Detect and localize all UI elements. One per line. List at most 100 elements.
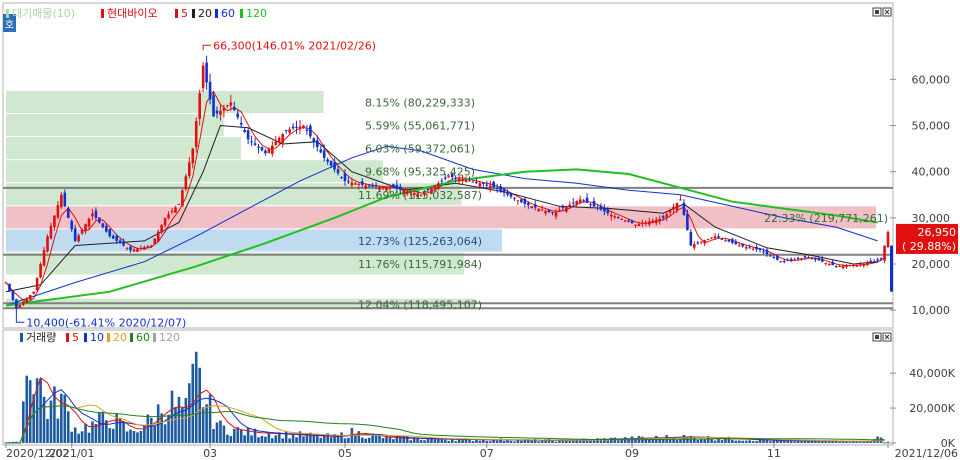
candle-body xyxy=(160,224,163,233)
candle-body xyxy=(558,209,561,211)
legend-profile: 대기매물(10) xyxy=(12,7,75,20)
candle-body xyxy=(478,183,482,187)
candle-body xyxy=(281,134,285,143)
time-axis-label: 03 xyxy=(203,447,217,460)
volume-bar xyxy=(108,428,112,443)
candle-body xyxy=(886,231,890,248)
volume-bar xyxy=(440,439,444,443)
candle-body xyxy=(568,204,572,207)
legend-ma20: 20 xyxy=(198,7,212,20)
candle-body xyxy=(737,245,741,247)
candle-body xyxy=(841,265,845,269)
candle-body xyxy=(675,203,679,211)
candle-body xyxy=(87,218,91,227)
candle-body xyxy=(475,182,478,184)
candle-body xyxy=(163,217,167,226)
volume-bar xyxy=(125,431,129,443)
volume-bar xyxy=(409,440,412,443)
candle-body xyxy=(288,129,291,133)
candle-body xyxy=(762,251,765,253)
candle-body xyxy=(257,146,260,148)
candle-body xyxy=(582,200,585,202)
candle-body xyxy=(589,204,592,206)
volume-bar xyxy=(571,440,575,443)
candle-body xyxy=(191,148,195,164)
candle-body xyxy=(198,93,201,119)
volume-bar xyxy=(84,423,87,443)
volume-bar xyxy=(520,440,523,443)
candle-body xyxy=(264,150,267,154)
candle-body xyxy=(360,181,364,185)
volume-bar xyxy=(208,394,212,443)
volume-bar xyxy=(886,441,890,443)
candle-body xyxy=(105,225,108,232)
candle-body xyxy=(495,188,499,190)
candle-body xyxy=(654,219,658,223)
volume-bar xyxy=(751,441,755,443)
volume-bar xyxy=(883,442,886,444)
volume-bar xyxy=(56,418,60,443)
candle-body xyxy=(592,200,596,207)
volume-bar xyxy=(118,417,122,443)
candle-body xyxy=(354,183,357,185)
volume-bar xyxy=(762,440,765,443)
candle-body xyxy=(174,207,177,213)
candle-body xyxy=(492,181,495,188)
candle-body xyxy=(25,298,29,303)
volume-bar xyxy=(232,428,236,443)
candle-body xyxy=(554,211,558,217)
volume-bar xyxy=(188,383,191,443)
volume-bar xyxy=(578,440,582,443)
candle-body xyxy=(305,129,309,131)
candle-body xyxy=(838,266,841,268)
candle-body xyxy=(686,213,689,231)
volume-bar xyxy=(184,397,188,443)
candle-body xyxy=(741,243,745,247)
candle-body xyxy=(471,181,475,183)
candle-body xyxy=(682,202,686,215)
candle-body xyxy=(343,173,347,181)
volume-bar xyxy=(717,439,720,443)
volume-bar xyxy=(80,431,84,443)
volume-bar xyxy=(329,437,333,443)
candle-body xyxy=(125,247,129,249)
candle-body xyxy=(585,197,589,203)
candle-body xyxy=(367,185,371,187)
legend-swatch-ma120 xyxy=(240,9,243,18)
volume-bar xyxy=(87,432,91,443)
max-price-label: 66,300(146.01% 2021/02/26) xyxy=(213,39,376,52)
candle-body xyxy=(340,177,343,179)
volume-bar xyxy=(264,436,267,443)
candle-body xyxy=(212,95,215,117)
volume-bar xyxy=(46,419,49,443)
candle-body xyxy=(271,145,274,154)
volume-profile-label: 8.15% (80,229,333) xyxy=(365,96,475,109)
candle-body xyxy=(578,199,582,203)
candle-body xyxy=(648,221,651,225)
volume-bar xyxy=(39,378,42,443)
volume-bar xyxy=(343,438,347,443)
volume-bar xyxy=(129,429,132,443)
volume-bar xyxy=(360,437,364,443)
candle-body xyxy=(551,212,554,214)
candle-body xyxy=(170,210,174,212)
volume-bar xyxy=(357,431,361,443)
volume-bar xyxy=(765,440,769,443)
candle-body xyxy=(53,215,56,227)
volume-bar xyxy=(295,437,298,443)
volume-bar xyxy=(222,425,226,443)
volume-bar xyxy=(616,440,620,443)
volume-bar xyxy=(229,436,233,443)
volume-bar xyxy=(364,438,368,443)
candle-body xyxy=(855,264,859,267)
volume-bar xyxy=(250,435,253,443)
candle-body xyxy=(194,120,198,147)
candle-body xyxy=(8,283,11,292)
candle-body xyxy=(326,159,329,162)
candle-body xyxy=(101,223,105,228)
candle-body xyxy=(243,130,246,132)
volume-bar xyxy=(177,396,181,443)
volume-bar xyxy=(226,434,229,443)
volume-bar xyxy=(537,441,540,443)
candle-body xyxy=(15,299,18,309)
